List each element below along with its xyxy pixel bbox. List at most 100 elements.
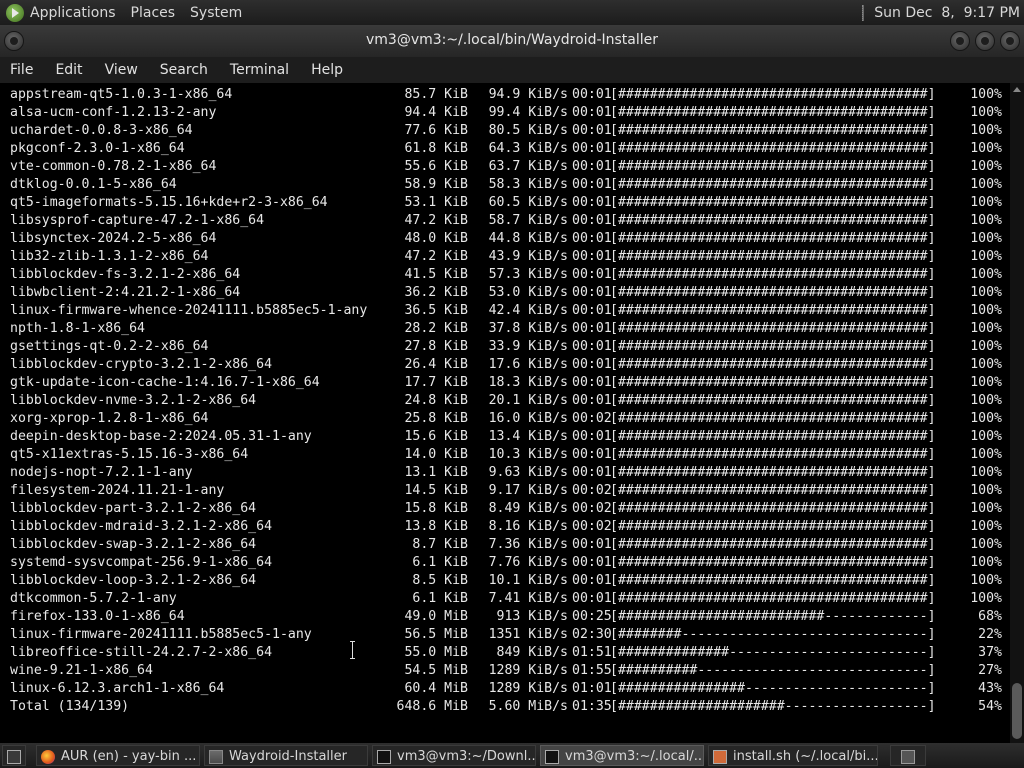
pkg-size: 56.5 MiB — [404, 627, 468, 642]
pkg-size: 6.1 KiB — [412, 555, 468, 570]
pkg-percent: 100% — [970, 501, 1002, 516]
window-titlebar[interactable]: vm3@vm3:~/.local/bin/Waydroid-Installer — [0, 25, 1024, 57]
pkg-name: systemd-sysvcompat-256.9-1-x86_64 — [10, 555, 273, 570]
task-label: install.sh (~/.local/bi... — [733, 749, 878, 764]
pkg-percent: 100% — [970, 357, 1002, 372]
show-desktop-button[interactable] — [2, 745, 26, 766]
pkg-name: libreoffice-still-24.2.7-2-x86_64 — [10, 645, 273, 660]
terminal-icon — [377, 749, 391, 764]
task-firefox[interactable]: AUR (en) - yay-bin ... — [36, 745, 200, 766]
pkg-percent: 100% — [970, 339, 1002, 354]
progress-bar: [#######################################… — [610, 537, 936, 552]
pkg-size: 14.5 KiB — [404, 483, 468, 498]
pkg-percent: 100% — [970, 411, 1002, 426]
minimize-icon[interactable] — [950, 31, 970, 51]
pkg-size: 8.5 KiB — [412, 573, 468, 588]
pkg-name: libwbclient-2:4.21.2-1-x86_64 — [10, 285, 241, 300]
pkg-time: 01:35 — [572, 699, 612, 714]
window-title: vm3@vm3:~/.local/bin/Waydroid-Installer — [365, 32, 659, 48]
pkg-size: 648.6 MiB — [396, 699, 468, 714]
menu-system[interactable]: System — [190, 5, 242, 21]
pkg-size: 24.8 KiB — [404, 393, 468, 408]
progress-bar: [#######################################… — [610, 483, 936, 498]
pkg-name: libblockdev-mdraid-3.2.1-2-x86_64 — [10, 519, 273, 534]
menu-applications[interactable]: Applications — [30, 5, 116, 21]
task-text-editor[interactable]: install.sh (~/.local/bi... — [708, 745, 878, 766]
top-panel: Applications Places System Sun Dec 8, 9:… — [0, 0, 1024, 25]
pkg-time: 00:01 — [572, 123, 612, 138]
pkg-percent: 100% — [970, 159, 1002, 174]
pkg-percent: 100% — [970, 195, 1002, 210]
progress-bar: [#####################------------------… — [610, 699, 936, 714]
pkg-name: libblockdev-part-3.2.1-2-x86_64 — [10, 501, 257, 516]
pkg-rate: 16.0 KiB/s — [488, 411, 568, 426]
pkg-name: qt5-x11extras-5.15.16-3-x86_64 — [10, 447, 249, 462]
scrollbar-thumb[interactable] — [1012, 683, 1022, 739]
progress-bar: [################-----------------------… — [610, 681, 936, 696]
pkg-name: gsettings-qt-0.2-2-x86_64 — [10, 339, 209, 354]
task-terminal-downloads[interactable]: vm3@vm3:~/Downl... — [372, 745, 536, 766]
workspace-switcher[interactable] — [890, 745, 926, 766]
pkg-name: npth-1.8-1-x86_64 — [10, 321, 145, 336]
menu-search[interactable]: Search — [160, 62, 208, 78]
pkg-name: libblockdev-fs-3.2.1-2-x86_64 — [10, 267, 241, 282]
pkg-rate: 64.3 KiB/s — [488, 141, 568, 156]
task-label: vm3@vm3:~/Downl... — [397, 749, 536, 764]
pkg-time: 02:30 — [572, 627, 612, 642]
pkg-time: 00:01 — [572, 267, 612, 282]
pkg-time: 00:01 — [572, 339, 612, 354]
pkg-rate: 8.49 KiB/s — [488, 501, 568, 516]
pkg-percent: 100% — [970, 231, 1002, 246]
maximize-icon[interactable] — [975, 31, 995, 51]
pkg-name: appstream-qt5-1.0.3-1-x86_64 — [10, 87, 233, 102]
progress-bar: [#######################################… — [610, 519, 936, 534]
pkg-name: libblockdev-loop-3.2.1-2-x86_64 — [10, 573, 257, 588]
menu-edit[interactable]: Edit — [55, 62, 82, 78]
pkg-percent: 100% — [970, 555, 1002, 570]
pkg-size: 77.6 KiB — [404, 123, 468, 138]
progress-bar: [#######################################… — [610, 141, 936, 156]
pkg-rate: 17.6 KiB/s — [488, 357, 568, 372]
progress-bar: [#######################################… — [610, 123, 936, 138]
pkg-rate: 33.9 KiB/s — [488, 339, 568, 354]
close-icon[interactable] — [1000, 31, 1020, 51]
menu-help[interactable]: Help — [311, 62, 343, 78]
menu-view[interactable]: View — [105, 62, 138, 78]
progress-bar: [#######################################… — [610, 465, 936, 480]
pkg-size: 53.1 KiB — [404, 195, 468, 210]
task-label: Waydroid-Installer — [229, 749, 347, 764]
terminal-output[interactable]: appstream-qt5-1.0.3-1-x86_64 85.7 KiB 94.9… — [0, 83, 1010, 743]
pkg-time: 00:01 — [572, 447, 612, 462]
pkg-time: 00:02 — [572, 519, 612, 534]
clock[interactable]: Sun Dec 8, 9:17 PM — [862, 0, 1024, 25]
pkg-time: 01:51 — [572, 645, 612, 660]
pkg-time: 00:01 — [572, 177, 612, 192]
text-editor-icon — [713, 749, 727, 764]
pkg-percent: 54% — [978, 699, 1002, 714]
pkg-time: 01:01 — [572, 681, 612, 696]
applications-menu-icon[interactable] — [6, 3, 24, 22]
pkg-name: dtklog-0.0.1-5-x86_64 — [10, 177, 177, 192]
menu-places[interactable]: Places — [131, 5, 176, 21]
pkg-size: 6.1 KiB — [412, 591, 468, 606]
taskbar: AUR (en) - yay-bin ... Waydroid-Installe… — [0, 743, 1024, 768]
pkg-time: 00:01 — [572, 429, 612, 444]
menu-file[interactable]: File — [10, 62, 33, 78]
pkg-time: 01:55 — [572, 663, 612, 678]
pkg-percent: 100% — [970, 393, 1002, 408]
terminal-scrollbar[interactable] — [1010, 83, 1024, 743]
task-folder[interactable]: Waydroid-Installer — [204, 745, 368, 766]
scroll-up-arrow-icon[interactable] — [1013, 87, 1021, 92]
desktop-icon — [7, 749, 21, 764]
clock-text[interactable]: Sun Dec 8, 9:17 PM — [874, 5, 1020, 21]
firefox-icon — [41, 749, 55, 764]
pkg-rate: 63.7 KiB/s — [488, 159, 568, 174]
pkg-percent: 100% — [970, 249, 1002, 264]
pkg-size: 47.2 KiB — [404, 249, 468, 264]
pkg-percent: 27% — [978, 663, 1002, 678]
pkg-percent: 100% — [970, 483, 1002, 498]
pkg-name: filesystem-2024.11.21-1-any — [10, 483, 225, 498]
pkg-name: gtk-update-icon-cache-1:4.16.7-1-x86_64 — [10, 375, 320, 390]
menu-terminal[interactable]: Terminal — [230, 62, 289, 78]
task-terminal-local[interactable]: vm3@vm3:~/.local/... — [540, 745, 704, 766]
